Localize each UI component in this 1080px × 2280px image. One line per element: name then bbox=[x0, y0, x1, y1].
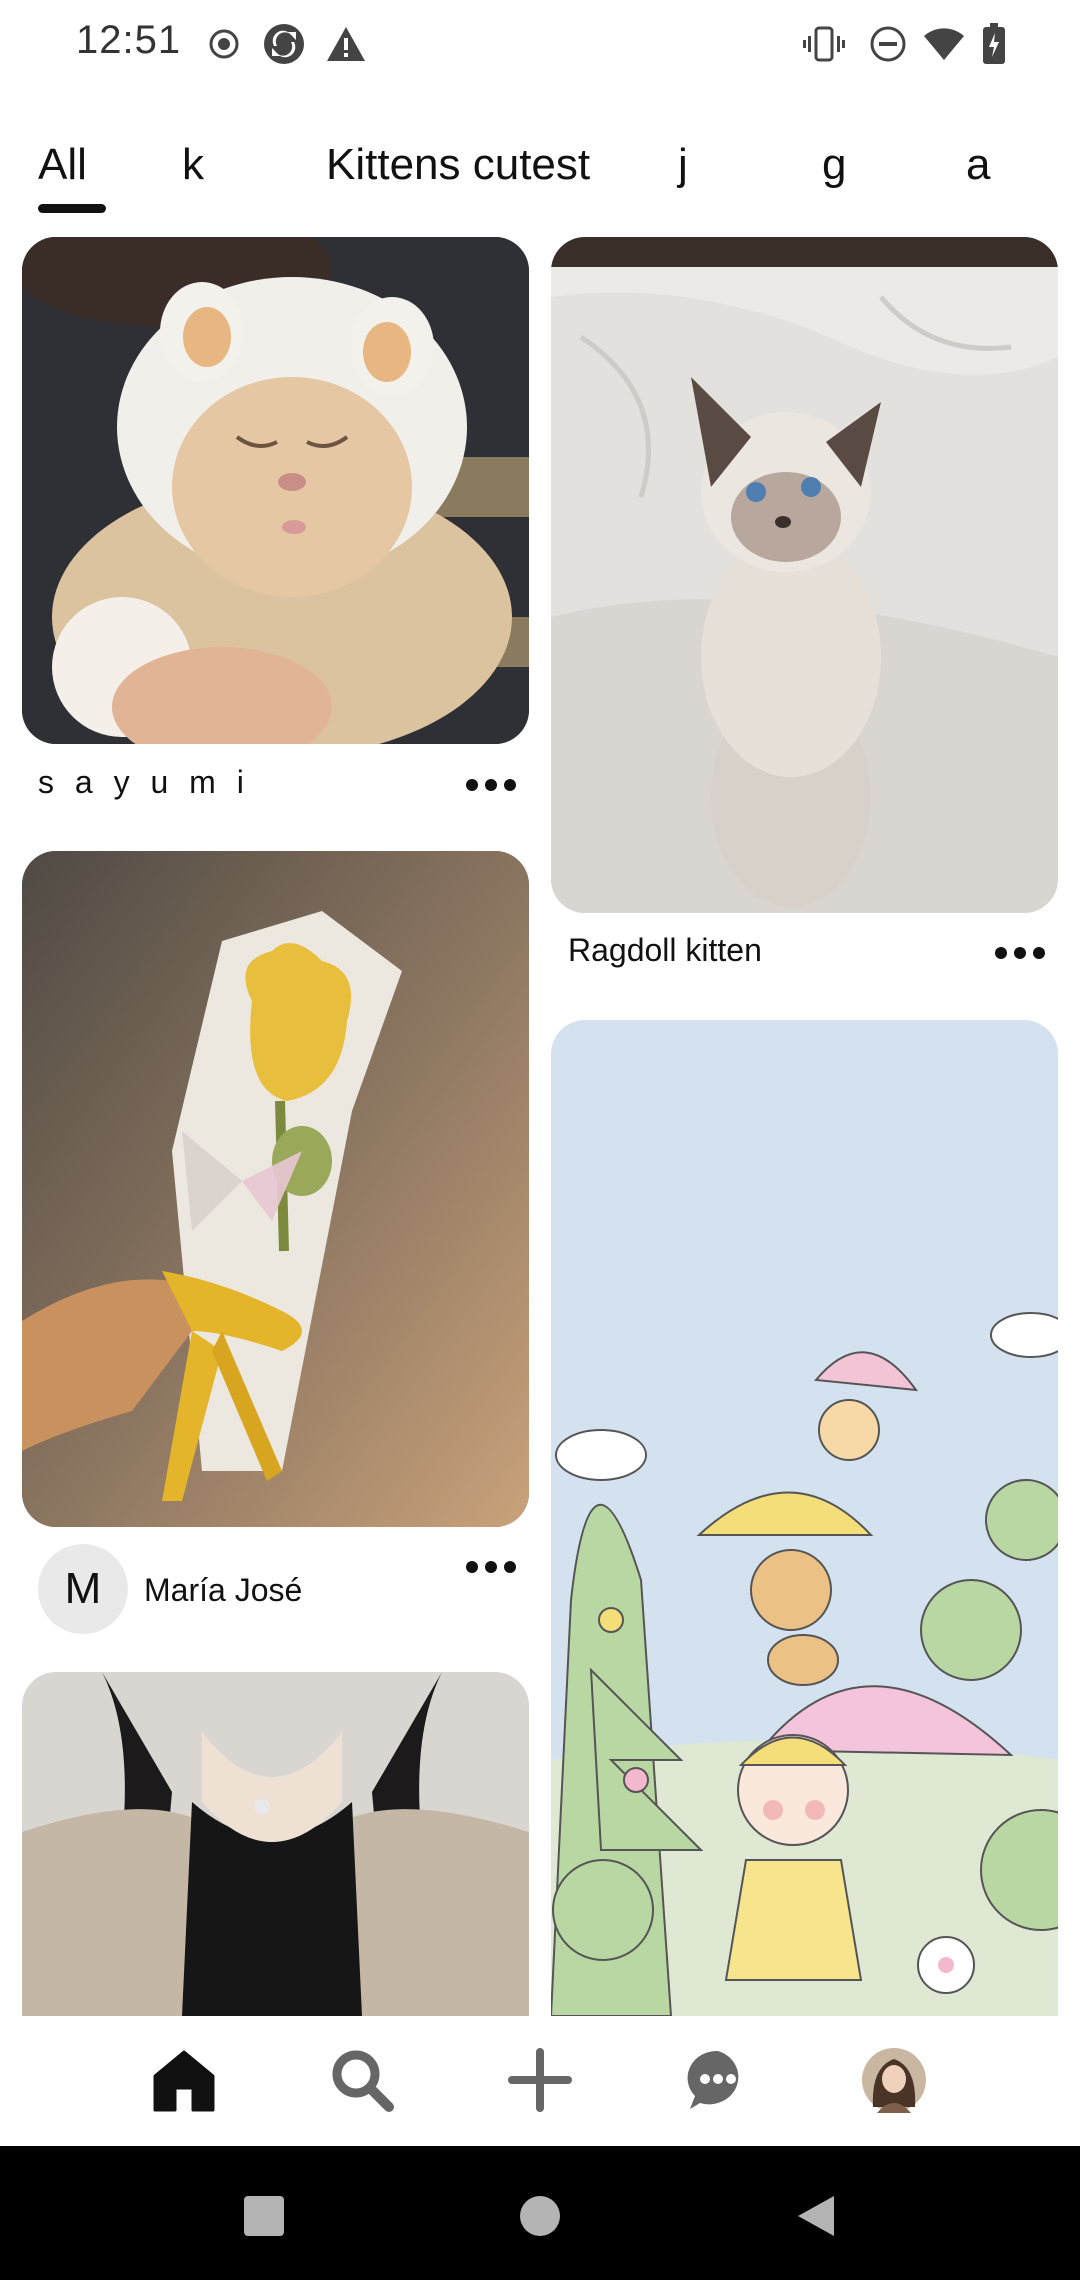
tab-kittens-cutest[interactable]: Kittens cutest bbox=[326, 140, 590, 190]
create-icon[interactable] bbox=[504, 2044, 576, 2116]
pin-more-options-button[interactable] bbox=[466, 775, 516, 795]
system-navigation-bar bbox=[0, 2146, 1080, 2280]
profile-avatar[interactable] bbox=[858, 2044, 930, 2116]
pin-image-crochet-tulip[interactable] bbox=[22, 851, 529, 1527]
pin-more-options-button[interactable] bbox=[995, 943, 1045, 963]
battery-icon bbox=[970, 20, 1018, 68]
pin-title-ragdoll-kitten[interactable]: Ragdoll kitten bbox=[568, 932, 762, 969]
back-icon[interactable] bbox=[796, 2194, 836, 2243]
home-button-icon[interactable] bbox=[520, 2196, 560, 2236]
pin-title-sayumi[interactable]: s a y u m i bbox=[38, 764, 250, 801]
pin-image-cute-illustration[interactable] bbox=[551, 1020, 1058, 2016]
wifi-icon bbox=[920, 20, 968, 68]
tab-a[interactable]: a bbox=[966, 140, 990, 190]
status-bar: 12:51 bbox=[0, 0, 1080, 90]
recents-icon[interactable] bbox=[244, 2196, 284, 2236]
tab-j[interactable]: j bbox=[678, 140, 688, 190]
bottom-navigation bbox=[0, 2016, 1080, 2146]
tab-k[interactable]: k bbox=[182, 140, 204, 190]
tab-selected-indicator bbox=[38, 204, 106, 213]
record-icon bbox=[200, 20, 248, 68]
pin-image-ragdoll-kitten[interactable] bbox=[551, 237, 1058, 913]
home-icon[interactable] bbox=[148, 2044, 220, 2116]
tab-g[interactable]: g bbox=[822, 140, 846, 190]
status-time: 12:51 bbox=[76, 18, 182, 62]
pin-image-girl-cardigan[interactable] bbox=[22, 1672, 529, 2016]
sync-icon bbox=[260, 20, 308, 68]
pin-image-kitten-bear-hat[interactable] bbox=[22, 237, 529, 744]
vibrate-icon bbox=[800, 20, 848, 68]
avatar[interactable]: M bbox=[38, 1544, 128, 1634]
search-icon[interactable] bbox=[326, 2044, 398, 2116]
messages-icon[interactable] bbox=[682, 2044, 754, 2116]
do-not-disturb-icon bbox=[864, 20, 912, 68]
tab-all[interactable]: All bbox=[38, 140, 87, 190]
pin-title-maria-jose[interactable]: María José bbox=[144, 1572, 302, 1609]
pin-more-options-button[interactable] bbox=[466, 1557, 516, 1577]
board-tabs: All k Kittens cutest j g a bbox=[0, 140, 1080, 220]
warning-icon bbox=[322, 20, 370, 68]
